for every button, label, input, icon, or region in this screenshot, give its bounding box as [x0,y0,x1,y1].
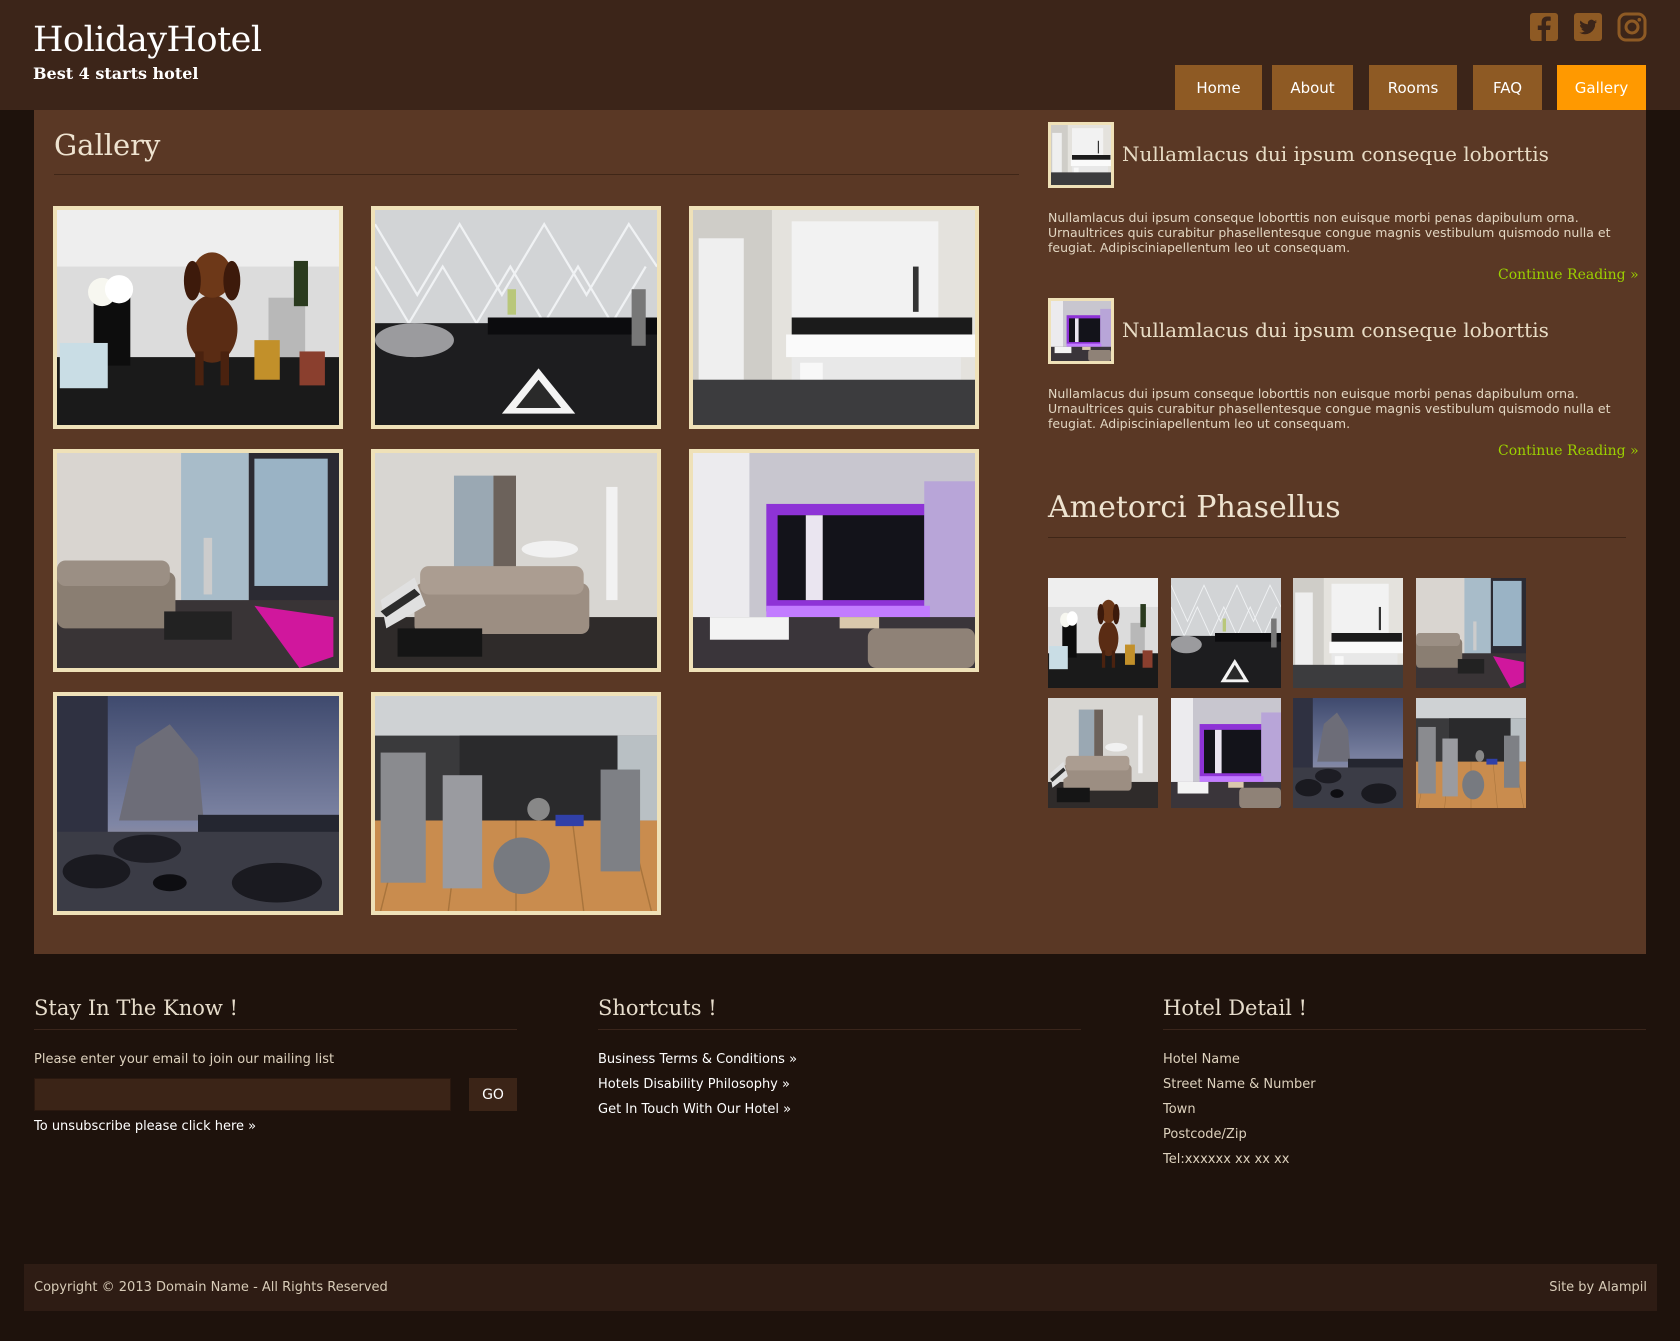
sidebar-thumbnail[interactable] [1293,578,1403,688]
post-thumbnail[interactable] [1048,298,1114,364]
sidebar-thumbnail[interactable] [1416,698,1526,808]
nav-rooms[interactable]: Rooms [1369,65,1457,110]
gallery-image-gym[interactable] [371,692,661,915]
site-tagline: Best 4 starts hotel [33,64,199,83]
page-title: Gallery [54,128,161,162]
nav-about[interactable]: About [1272,65,1353,110]
sidebar-thumbnail[interactable] [1171,578,1281,688]
gallery-image-living-room-grey[interactable] [371,449,661,672]
shortcut-contact-link[interactable]: Get In Touch With Our Hotel » [598,1102,791,1117]
gallery-image-purple-suite[interactable] [689,449,979,672]
shortcut-disability-link[interactable]: Hotels Disability Philosophy » [598,1077,790,1092]
post-excerpt: Nullamlacus dui ipsum conseque loborttis… [1048,210,1611,255]
post-excerpt: Nullamlacus dui ipsum conseque loborttis… [1048,386,1611,431]
copyright-text: Copyright © 2013 Domain Name - All Right… [34,1280,388,1295]
hotel-telephone: Tel:xxxxxx xx xx xx [1163,1152,1290,1167]
hotel-postcode: Postcode/Zip [1163,1127,1247,1142]
gallery-image-living-room-pink[interactable] [53,449,343,672]
sidebar-divider [1048,537,1626,538]
nav-faq[interactable]: FAQ [1473,65,1542,110]
hotel-town: Town [1163,1102,1196,1117]
continue-reading-link[interactable]: Continue Reading » [1498,443,1639,459]
hotel-street: Street Name & Number [1163,1077,1316,1092]
site-logo[interactable]: HolidayHotel [33,20,262,60]
newsletter-title: Stay In The Know ! [34,996,238,1020]
sidebar-thumbnail[interactable] [1171,698,1281,808]
sidebar-gallery-title: Ametorci Phasellus [1048,490,1341,525]
footer-divider [34,1029,517,1030]
unsubscribe-link[interactable]: To unsubscribe please click here » [34,1119,256,1134]
hotel-detail-title: Hotel Detail ! [1163,996,1307,1020]
shortcuts-title: Shortcuts ! [598,996,717,1020]
sidebar-thumbnail[interactable] [1416,578,1526,688]
instagram-icon[interactable] [1617,12,1647,42]
facebook-icon[interactable] [1529,12,1559,42]
sidebar-thumbnail[interactable] [1048,698,1158,808]
sidebar-thumbnail[interactable] [1293,698,1403,808]
footer-divider [1163,1029,1646,1030]
nav-gallery[interactable]: Gallery [1557,65,1646,110]
newsletter-prompt: Please enter your email to join our mail… [34,1052,335,1067]
post-thumbnail[interactable] [1048,122,1114,188]
subscribe-go-button[interactable]: GO [469,1078,517,1111]
post-title[interactable]: Nullamlacus dui ipsum conseque loborttis [1122,142,1549,166]
gallery-image-lobby[interactable] [371,206,661,429]
site-header: HolidayHotel Best 4 starts hotel Home Ab… [0,0,1680,110]
continue-reading-link[interactable]: Continue Reading » [1498,267,1639,283]
title-divider [54,174,1019,175]
gallery-image-dachshund[interactable] [53,206,343,429]
site-credit[interactable]: Site by Alampil [1549,1280,1647,1295]
shortcut-terms-link[interactable]: Business Terms & Conditions » [598,1052,797,1067]
post-title[interactable]: Nullamlacus dui ipsum conseque loborttis [1122,318,1549,342]
copyright-bar: Copyright © 2013 Domain Name - All Right… [24,1264,1657,1311]
hotel-name: Hotel Name [1163,1052,1240,1067]
email-field[interactable] [34,1078,451,1111]
sidebar-thumbnail[interactable] [1048,578,1158,688]
nav-home[interactable]: Home [1175,65,1262,110]
content-panel: Gallery Nullamlacus dui ipsum conseque l… [34,110,1646,954]
footer-divider [598,1029,1081,1030]
gallery-image-terrace[interactable] [53,692,343,915]
gallery-image-bathroom[interactable] [689,206,979,429]
twitter-icon[interactable] [1573,12,1603,42]
